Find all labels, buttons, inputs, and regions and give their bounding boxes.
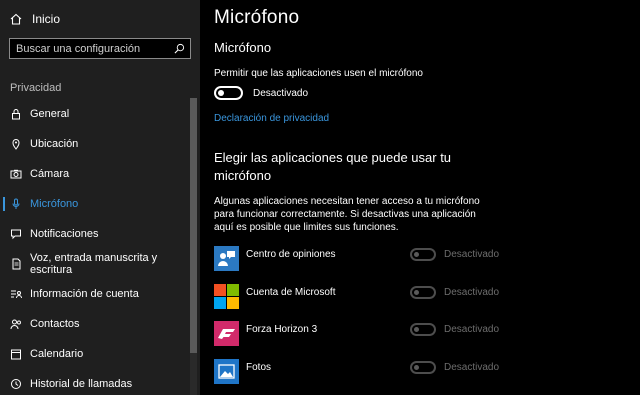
sidebar-item-location[interactable]: Ubicación: [0, 129, 190, 159]
feedback-hub-icon: [214, 246, 239, 271]
sidebar-item-notifications[interactable]: Notificaciones: [0, 219, 190, 249]
list-item: Cuenta de Microsoft Desactivado: [214, 281, 634, 319]
app-state-label: Desactivado: [444, 286, 500, 298]
microsoft-logo-icon: [214, 283, 239, 309]
lock-icon: [10, 108, 22, 120]
sidebar-item-label: Información de cuenta: [30, 288, 139, 300]
sidebar-item-camera[interactable]: Cámara: [0, 159, 190, 189]
sidebar-item-calendar[interactable]: Calendario: [0, 339, 190, 369]
section-heading: Micrófono: [214, 40, 272, 55]
section-label: Privacidad: [10, 82, 62, 94]
list-item: Fotos Desactivado: [214, 356, 634, 394]
app-toggle[interactable]: [410, 360, 436, 374]
sidebar-item-label: Ubicación: [30, 138, 79, 150]
sidebar-item-account-info[interactable]: Información de cuenta: [0, 279, 190, 309]
sidebar-item-general[interactable]: General: [0, 99, 190, 129]
sidebar-item-label: Calendario: [30, 348, 84, 360]
app-toggle[interactable]: [410, 248, 436, 261]
choose-apps-heading: Elegir las aplicaciones que puede usar t…: [214, 150, 452, 183]
home-icon: [10, 13, 22, 25]
search-input[interactable]: [16, 42, 166, 55]
sidebar-item-contacts[interactable]: Contactos: [0, 309, 190, 339]
app-list: Centro de opiniones Desactivado Cuenta d…: [214, 243, 634, 393]
location-icon: [10, 138, 22, 150]
scrollbar-thumb[interactable]: [190, 98, 197, 353]
list-item: Forza Horizon 3 Desactivado: [214, 318, 634, 356]
app-name: Forza Horizon 3: [246, 324, 318, 335]
camera-icon: [10, 168, 22, 180]
sidebar-item-label: Voz, entrada manuscrita y escritura: [30, 252, 158, 276]
microphone-access-toggle[interactable]: [214, 86, 243, 100]
search-box[interactable]: [9, 38, 191, 59]
choose-apps-description: Algunas aplicaciones necesitan tener acc…: [214, 196, 480, 233]
sidebar-item-label: Cámara: [30, 168, 70, 180]
handwriting-icon: [10, 258, 22, 270]
photos-icon: [214, 358, 239, 384]
contacts-icon: [10, 318, 22, 330]
history-icon: [10, 378, 22, 390]
sidebar-item-microphone[interactable]: Micrófono: [0, 189, 190, 219]
app-name: Cuenta de Microsoft: [246, 286, 336, 298]
privacy-statement-link[interactable]: Declaración de privacidad: [214, 113, 329, 124]
sidebar-item-label: Contactos: [30, 318, 80, 330]
main-content: Micrófono Micrófono Permitir que las apl…: [200, 0, 640, 395]
page-title: Micrófono: [214, 7, 300, 28]
sidebar-nav: General Ubicación Cámara Micrófono Notif…: [0, 99, 190, 395]
sidebar-item-label: Historial de llamadas: [30, 378, 133, 390]
list-item: Centro de opiniones Desactivado: [214, 243, 634, 281]
app-name: Fotos: [246, 361, 272, 373]
sidebar-item-speech[interactable]: Voz, entrada manuscrita y escritura: [0, 249, 190, 279]
app-toggle[interactable]: [410, 323, 436, 336]
app-name: Centro de opiniones: [246, 249, 336, 260]
search-icon[interactable]: [174, 43, 185, 54]
app-state-label: Desactivado: [444, 249, 500, 260]
app-state-label: Desactivado: [444, 361, 500, 373]
sidebar-item-label: Notificaciones: [30, 228, 99, 240]
calendar-icon: [10, 348, 22, 360]
app-toggle[interactable]: [410, 285, 436, 299]
sidebar-scrollbar[interactable]: [190, 98, 197, 395]
home-link[interactable]: Inicio: [10, 10, 60, 28]
permission-label: Permitir que las aplicaciones usen el mi…: [214, 68, 423, 79]
microphone-access-toggle-row[interactable]: Desactivado: [214, 86, 308, 100]
toggle-state-label: Desactivado: [253, 87, 309, 99]
notification-icon: [10, 228, 22, 240]
account-info-icon: [10, 288, 22, 300]
microphone-icon: [10, 198, 22, 210]
sidebar: Inicio Privacidad General Ubicación Cáma…: [0, 0, 200, 395]
forza-icon: [214, 321, 239, 346]
sidebar-item-call-history[interactable]: Historial de llamadas: [0, 369, 190, 395]
sidebar-item-label: General: [30, 108, 70, 120]
home-label: Inicio: [32, 12, 61, 26]
sidebar-item-label: Micrófono: [30, 198, 79, 210]
app-state-label: Desactivado: [444, 324, 500, 335]
